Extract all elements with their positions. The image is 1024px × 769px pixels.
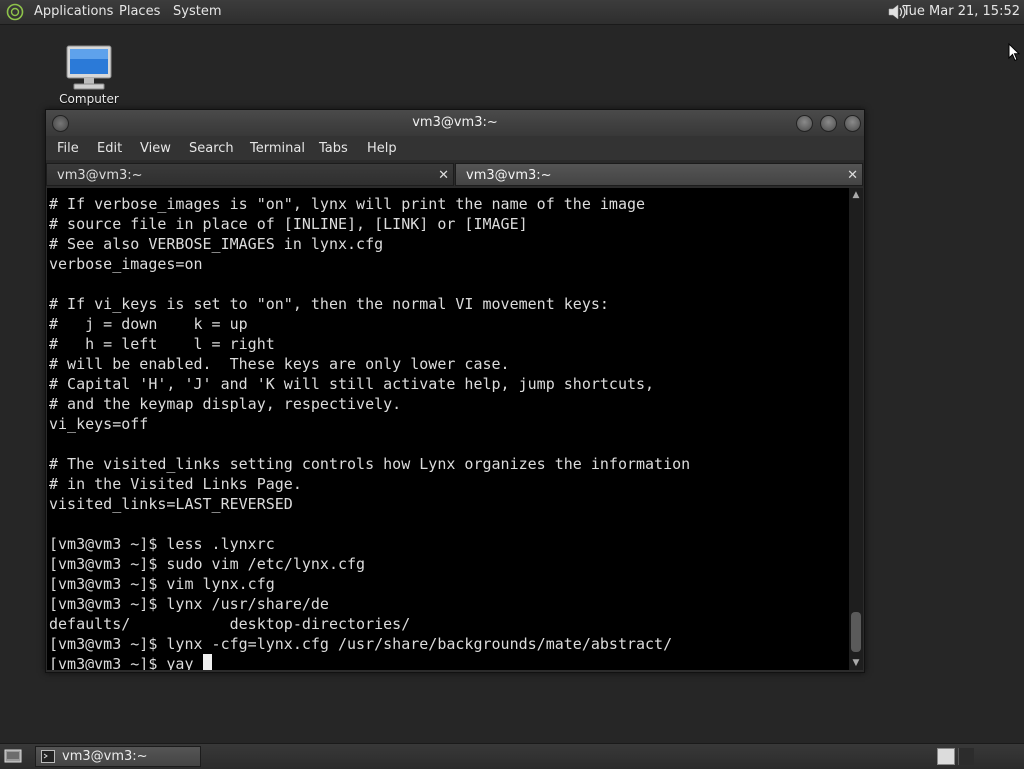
terminal-line: vi_keys=off (49, 415, 149, 433)
scrollbar-thumb[interactable] (851, 612, 861, 652)
workspace-1[interactable] (937, 748, 955, 765)
terminal-window: vm3@vm3:~ File Edit View Search Terminal… (45, 109, 865, 673)
menu-edit[interactable]: Edit (97, 140, 122, 157)
terminal-line: # If vi_keys is set to "on", then the no… (49, 295, 609, 313)
scroll-down-icon[interactable]: ▼ (851, 658, 861, 668)
workspace-2[interactable] (958, 748, 974, 765)
terminal-icon (41, 750, 55, 763)
tab-close-icon[interactable]: ✕ (847, 164, 858, 187)
terminal-line: # h = left l = right (49, 335, 275, 353)
tab-1[interactable]: vm3@vm3:~ ✕ (46, 163, 454, 186)
menu-search[interactable]: Search (189, 140, 234, 157)
tab-close-icon[interactable]: ✕ (438, 164, 449, 187)
terminal-line: defaults/ desktop-directories/ (49, 615, 411, 633)
show-desktop-icon[interactable] (4, 748, 22, 764)
terminal-line: # Capital 'H', 'J' and 'K will still act… (49, 375, 655, 393)
terminal-line: # j = down k = up (49, 315, 248, 333)
terminal-line: # will be enabled. These keys are only l… (49, 355, 510, 373)
terminal-line: # See also VERBOSE_IMAGES in lynx.cfg (49, 235, 384, 253)
menu-view[interactable]: View (140, 140, 171, 157)
terminal-line: # If verbose_images is "on", lynx will p… (49, 195, 646, 213)
top-panel: Applications Places System Tue Mar 21, 1… (0, 0, 1024, 25)
minimize-button[interactable] (796, 115, 813, 132)
taskbar-button-label: vm3@vm3:~ (62, 749, 148, 764)
menu-file[interactable]: File (57, 140, 79, 157)
mouse-pointer-icon (1008, 43, 1020, 62)
tab-bar: vm3@vm3:~ ✕ vm3@vm3:~ ✕ (46, 162, 864, 187)
terminal-line: # and the keymap display, respectively. (49, 395, 402, 413)
clock[interactable]: Tue Mar 21, 15:52 (903, 3, 1020, 20)
terminal-line: visited_links=LAST_REVERSED (49, 495, 293, 513)
tab-label: vm3@vm3:~ (57, 168, 143, 183)
menu-tabs[interactable]: Tabs (319, 140, 348, 157)
menu-terminal[interactable]: Terminal (250, 140, 305, 157)
terminal-line: [vm3@vm3 ~]$ lynx -cfg=lynx.cfg /usr/sha… (49, 635, 673, 653)
terminal-line: # in the Visited Links Page. (49, 475, 302, 493)
taskbar-terminal-button[interactable]: vm3@vm3:~ (35, 746, 201, 767)
terminal-line: [vm3@vm3 ~]$ lynx /usr/share/de (49, 595, 329, 613)
desktop-icon-label: Computer (59, 92, 119, 106)
menu-help[interactable]: Help (367, 140, 397, 157)
applications-menu[interactable]: Applications (34, 3, 113, 20)
terminal-line: # source file in place of [INLINE], [LIN… (49, 215, 528, 233)
window-titlebar[interactable]: vm3@vm3:~ (46, 110, 864, 136)
bottom-panel: vm3@vm3:~ (0, 743, 1024, 769)
computer-icon (66, 45, 112, 90)
terminal-line: [vm3@vm3 ~]$ yay (49, 654, 212, 670)
tab-label: vm3@vm3:~ (466, 168, 552, 183)
terminal-line: [vm3@vm3 ~]$ less .lynxrc (49, 535, 275, 553)
maximize-button[interactable] (820, 115, 837, 132)
desktop-icon-computer[interactable]: Computer (56, 44, 122, 106)
places-menu[interactable]: Places (119, 3, 160, 20)
window-menu-button[interactable] (52, 115, 69, 132)
window-title: vm3@vm3:~ (412, 115, 498, 130)
mate-logo-icon[interactable] (6, 3, 24, 21)
terminal-line: verbose_images=on (49, 255, 203, 273)
terminal-line: [vm3@vm3 ~]$ vim lynx.cfg (49, 575, 275, 593)
window-menubar: File Edit View Search Terminal Tabs Help (46, 136, 864, 160)
tab-2[interactable]: vm3@vm3:~ ✕ (455, 163, 863, 186)
desktop: Applications Places System Tue Mar 21, 1… (0, 0, 1024, 769)
terminal-line: # The visited_links setting controls how… (49, 455, 691, 473)
close-button[interactable] (844, 115, 861, 132)
text-cursor (202, 654, 212, 670)
scroll-up-icon[interactable]: ▲ (851, 190, 861, 200)
terminal-scrollbar[interactable]: ▲ ▼ (849, 188, 863, 670)
system-menu[interactable]: System (173, 3, 221, 20)
terminal-line: [vm3@vm3 ~]$ sudo vim /etc/lynx.cfg (49, 555, 366, 573)
terminal-output[interactable]: # If verbose_images is "on", lynx will p… (47, 188, 849, 670)
